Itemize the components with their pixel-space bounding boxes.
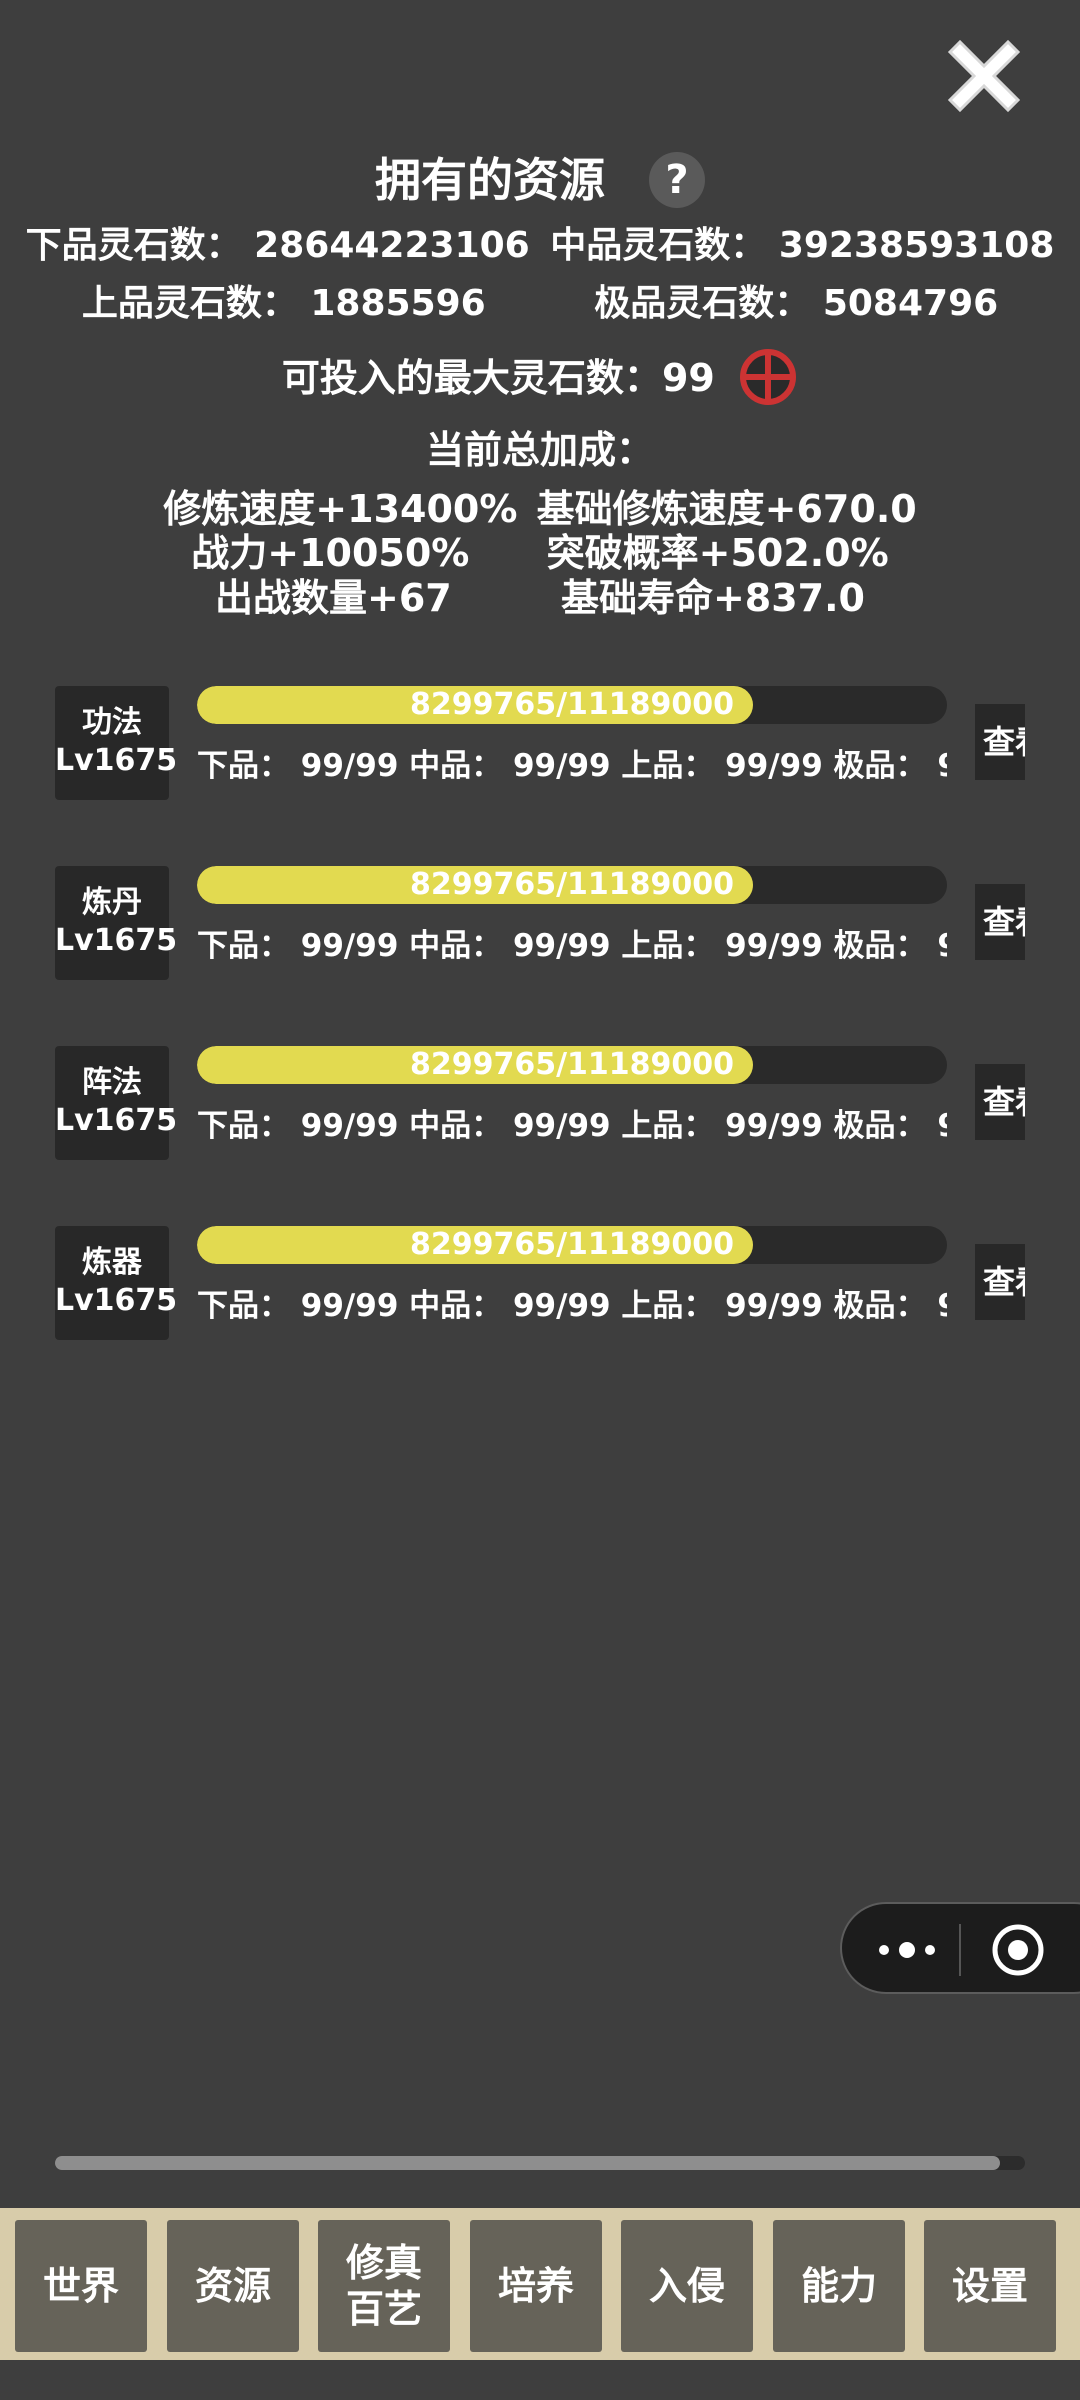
max-invest-label: 可投入的最大灵石数： — [281, 356, 662, 400]
skill-progress-bar: 8299765/11189000 — [197, 686, 947, 724]
scrollbar-thumb[interactable] — [55, 2156, 1000, 2170]
nav-arts-line2: 百艺 — [345, 2287, 422, 2331]
skill-progress-text: 8299765/11189000 — [409, 1227, 735, 1262]
skill-level: Lv1675 — [55, 923, 178, 958]
bonus-cultivation-speed: 修炼速度+13400% — [163, 487, 518, 531]
mid-stone-label: 中品灵石数： — [550, 225, 767, 266]
skill-name: 阵法 — [82, 1065, 142, 1100]
close-icon[interactable] — [936, 28, 1032, 124]
skill-stats: 下品： 99/99 中品： 99/99 上品： 99/99 极品： 99/99 — [197, 1288, 947, 1324]
skill-badge: 炼器 Lv1675 — [55, 1226, 178, 1340]
skill-badge: 炼丹 Lv1675 — [55, 866, 178, 980]
max-invest-value: 99 — [661, 356, 715, 400]
bonus-base-cultivation-speed: 基础修炼速度+670.0 — [536, 487, 917, 531]
skill-level: Lv1675 — [55, 1103, 178, 1138]
skill-name: 炼丹 — [82, 885, 142, 920]
bonus-deploy-count: 出战数量+67 — [214, 576, 452, 620]
view-button[interactable]: 查看 — [975, 704, 1025, 780]
target-icon[interactable] — [990, 1922, 1046, 1978]
skill-stats: 下品： 99/99 中品： 99/99 上品： 99/99 极品： 99/99 — [197, 928, 947, 964]
plus-circle-icon[interactable] — [738, 347, 798, 407]
more-dots-icon[interactable] — [872, 1924, 942, 1976]
skill-row-gongfa: 功法 Lv1675 8299765/11189000 下品： 99/99 中品：… — [0, 686, 1080, 816]
mid-stone-value: 39238593108 — [778, 225, 1055, 266]
capsule-menu — [840, 1902, 1080, 1994]
view-button[interactable]: 查看 — [975, 884, 1025, 960]
nav-cultivate-button[interactable]: 培养 — [470, 2220, 602, 2352]
skill-progress-text: 8299765/11189000 — [409, 1047, 735, 1082]
skill-row-lianqi: 炼器 Lv1675 8299765/11189000 下品： 99/99 中品：… — [0, 1226, 1080, 1356]
skill-badge: 功法 Lv1675 — [55, 686, 178, 800]
bonus-base-lifespan: 基础寿命+837.0 — [560, 576, 865, 620]
view-button[interactable]: 查看 — [975, 1244, 1025, 1320]
horizontal-scrollbar — [55, 2156, 1025, 2170]
nav-arts-line1: 修真 — [345, 2241, 422, 2285]
nav-invade-button[interactable]: 入侵 — [621, 2220, 753, 2352]
skill-level: Lv1675 — [55, 743, 178, 778]
skill-progress-bar: 8299765/11189000 — [197, 1046, 947, 1084]
nav-ability-button[interactable]: 能力 — [773, 2220, 905, 2352]
max-invest-row: 可投入的最大灵石数：99 — [0, 346, 1080, 411]
resource-line-2: 上品灵石数： 1885596 极品灵石数： 5084796 — [0, 278, 1080, 330]
bonus-line-1: 修炼速度+13400% 基础修炼速度+670.0 — [0, 486, 1080, 532]
help-icon[interactable]: ? — [649, 151, 705, 208]
skill-progress-text: 8299765/11189000 — [409, 867, 735, 902]
view-button[interactable]: 查看 — [975, 1064, 1025, 1140]
high-stone-value: 1885596 — [310, 283, 486, 324]
resources-title-row: 拥有的资源 ? — [0, 148, 1080, 212]
bottom-nav: 世界 资源 修真 百艺 培养 入侵 能力 设置 — [0, 2208, 1080, 2360]
skill-name: 炼器 — [82, 1245, 142, 1280]
resource-line-1: 下品灵石数： 28644223106 中品灵石数： 39238593108 — [0, 220, 1080, 272]
bonus-title: 当前总加成： — [425, 428, 654, 472]
nav-resources-button[interactable]: 资源 — [167, 2220, 299, 2352]
nav-settings-button[interactable]: 设置 — [924, 2220, 1056, 2352]
skill-progress-text: 8299765/11189000 — [409, 687, 735, 722]
nav-arts-button[interactable]: 修真 百艺 — [318, 2220, 450, 2352]
skill-stats: 下品： 99/99 中品： 99/99 上品： 99/99 极品： 99/99 — [197, 748, 947, 784]
skill-progress-bar: 8299765/11189000 — [197, 1226, 947, 1264]
bonus-breakthrough-rate: 突破概率+502.0% — [546, 531, 889, 575]
skill-progress-bar: 8299765/11189000 — [197, 866, 947, 904]
bonus-line-3: 出战数量+67 基础寿命+837.0 — [0, 575, 1080, 621]
skill-row-zhenfa: 阵法 Lv1675 8299765/11189000 下品： 99/99 中品：… — [0, 1046, 1080, 1176]
bottom-strip — [0, 2360, 1080, 2400]
low-stone-value: 28644223106 — [254, 225, 530, 266]
bonus-line-2: 战力+10050% 突破概率+502.0% — [0, 530, 1080, 576]
page-title: 拥有的资源 — [374, 153, 605, 207]
high-stone-label: 上品灵石数： — [81, 283, 298, 324]
skill-level: Lv1675 — [55, 1283, 178, 1318]
skill-stats: 下品： 99/99 中品： 99/99 上品： 99/99 极品： 99/99 — [197, 1108, 947, 1144]
low-stone-label: 下品灵石数： — [25, 225, 242, 266]
top-stone-label: 极品灵石数： — [594, 283, 811, 324]
skill-badge: 阵法 Lv1675 — [55, 1046, 178, 1160]
nav-world-button[interactable]: 世界 — [15, 2220, 147, 2352]
capsule-divider — [959, 1924, 961, 1976]
top-stone-value: 5084796 — [822, 283, 999, 324]
skill-name: 功法 — [82, 705, 142, 740]
skill-row-liandan: 炼丹 Lv1675 8299765/11189000 下品： 99/99 中品：… — [0, 866, 1080, 996]
bonus-combat-power: 战力+10050% — [191, 531, 470, 575]
